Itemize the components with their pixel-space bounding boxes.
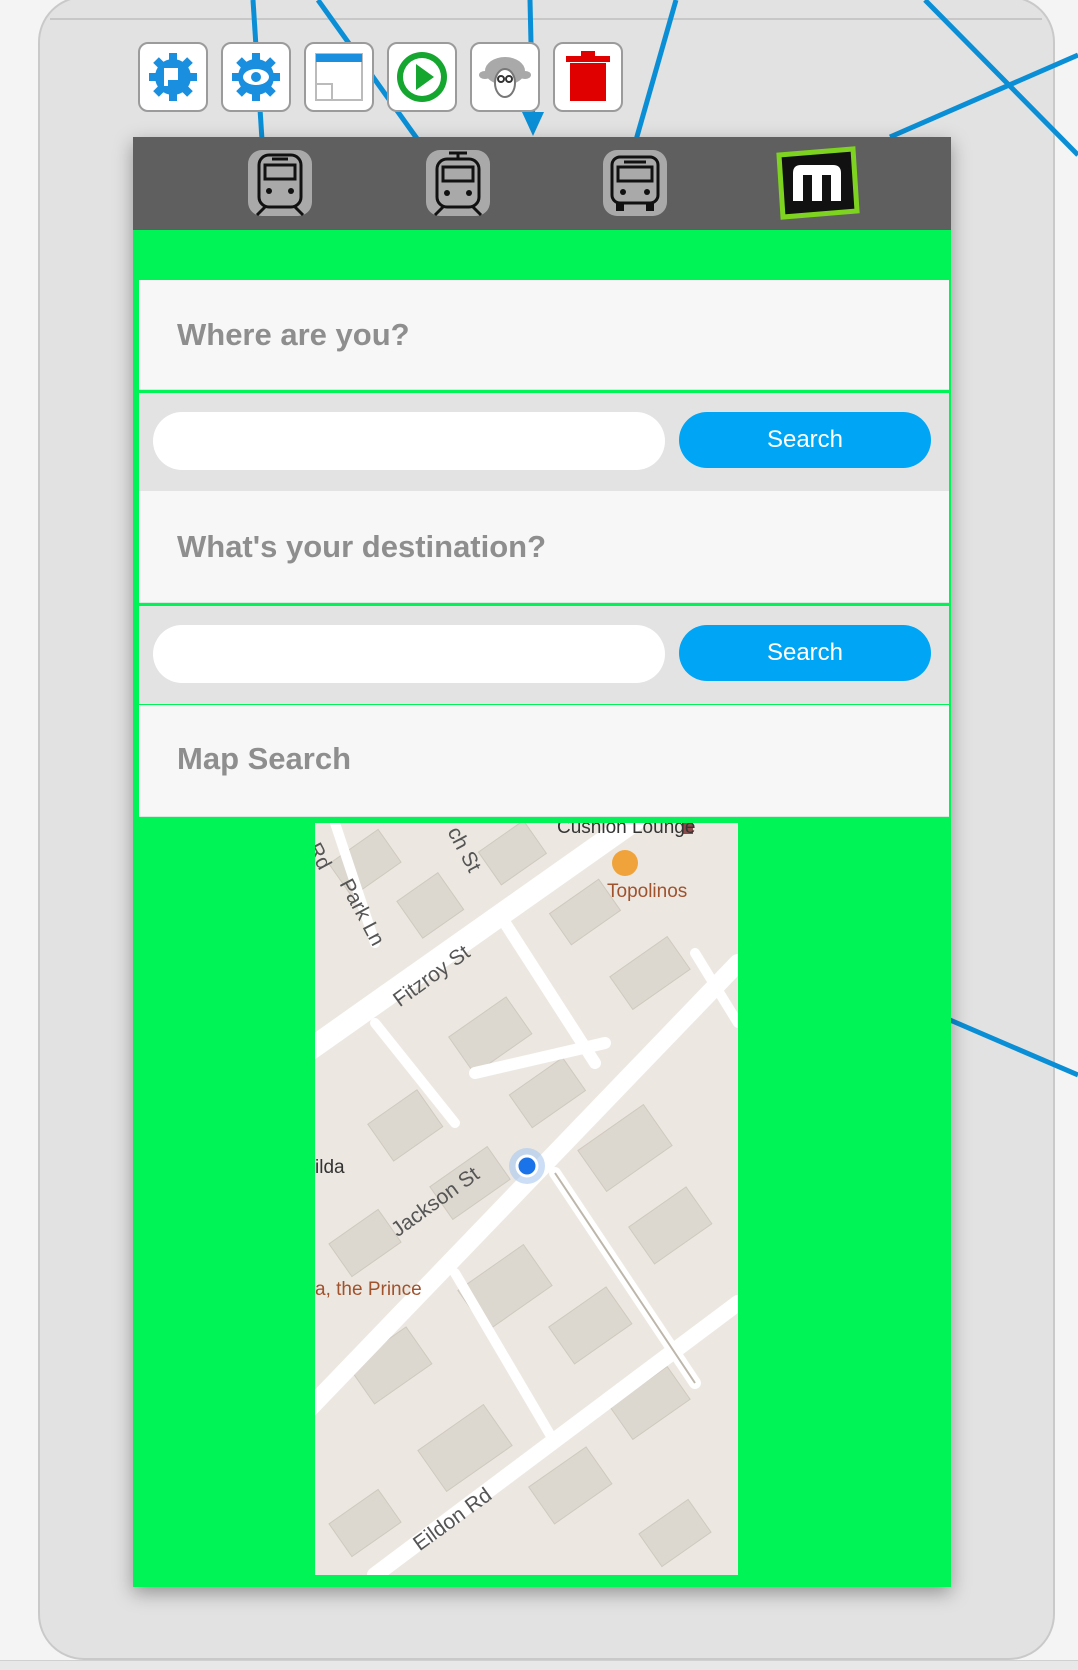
trash-icon <box>566 51 610 101</box>
nav-item-bus[interactable] <box>600 147 670 219</box>
origin-title: Where are you? <box>177 317 410 352</box>
nav-item-tram[interactable] <box>423 147 493 219</box>
origin-search-row: Search <box>139 393 949 491</box>
gear-icon <box>149 53 197 101</box>
origin-search-button[interactable]: Search <box>679 412 931 468</box>
avatar-button[interactable] <box>470 42 540 112</box>
destination-search-row: Search <box>139 606 949 704</box>
origin-input[interactable] <box>153 412 665 470</box>
destination-input[interactable] <box>153 625 665 683</box>
bottom-strip <box>0 1660 1078 1670</box>
eye-gear-icon <box>232 53 280 101</box>
map-section-header: Map Search <box>139 705 949 817</box>
play-icon <box>397 52 447 102</box>
map-view[interactable]: Fitzroy St Jackson St Eildon Rd Park Ln … <box>315 823 738 1575</box>
app-screen: Where are you? Search What's your destin… <box>133 137 951 1587</box>
tram-icon <box>426 150 490 217</box>
map-title: Map Search <box>177 741 352 776</box>
origin-section-header: Where are you? <box>139 280 949 390</box>
poi-topolinos: Topolinos <box>607 881 688 902</box>
train-icon <box>248 150 312 217</box>
page-icon <box>315 53 363 101</box>
delete-button[interactable] <box>553 42 623 112</box>
poi-ilda: ilda <box>315 1157 345 1178</box>
nav-item-myki[interactable] <box>773 146 863 220</box>
sheep-icon <box>479 57 531 98</box>
editor-canvas: Where are you? Search What's your destin… <box>0 0 1078 1670</box>
settings-button[interactable] <box>138 42 208 112</box>
play-button[interactable] <box>387 42 457 112</box>
nav-bar <box>133 137 951 230</box>
page-button[interactable] <box>304 42 374 112</box>
m-logo-icon <box>776 146 860 220</box>
poi-cushion-lounge: Cushion Lounge <box>557 823 696 838</box>
destination-search-button[interactable]: Search <box>679 625 931 681</box>
destination-section-header: What's your destination? <box>139 491 949 603</box>
destination-title: What's your destination? <box>177 529 547 564</box>
poi-the-prince: a, the Prince <box>315 1279 422 1300</box>
bus-icon <box>603 150 667 216</box>
view-settings-button[interactable] <box>221 42 291 112</box>
nav-item-train[interactable] <box>245 147 315 219</box>
